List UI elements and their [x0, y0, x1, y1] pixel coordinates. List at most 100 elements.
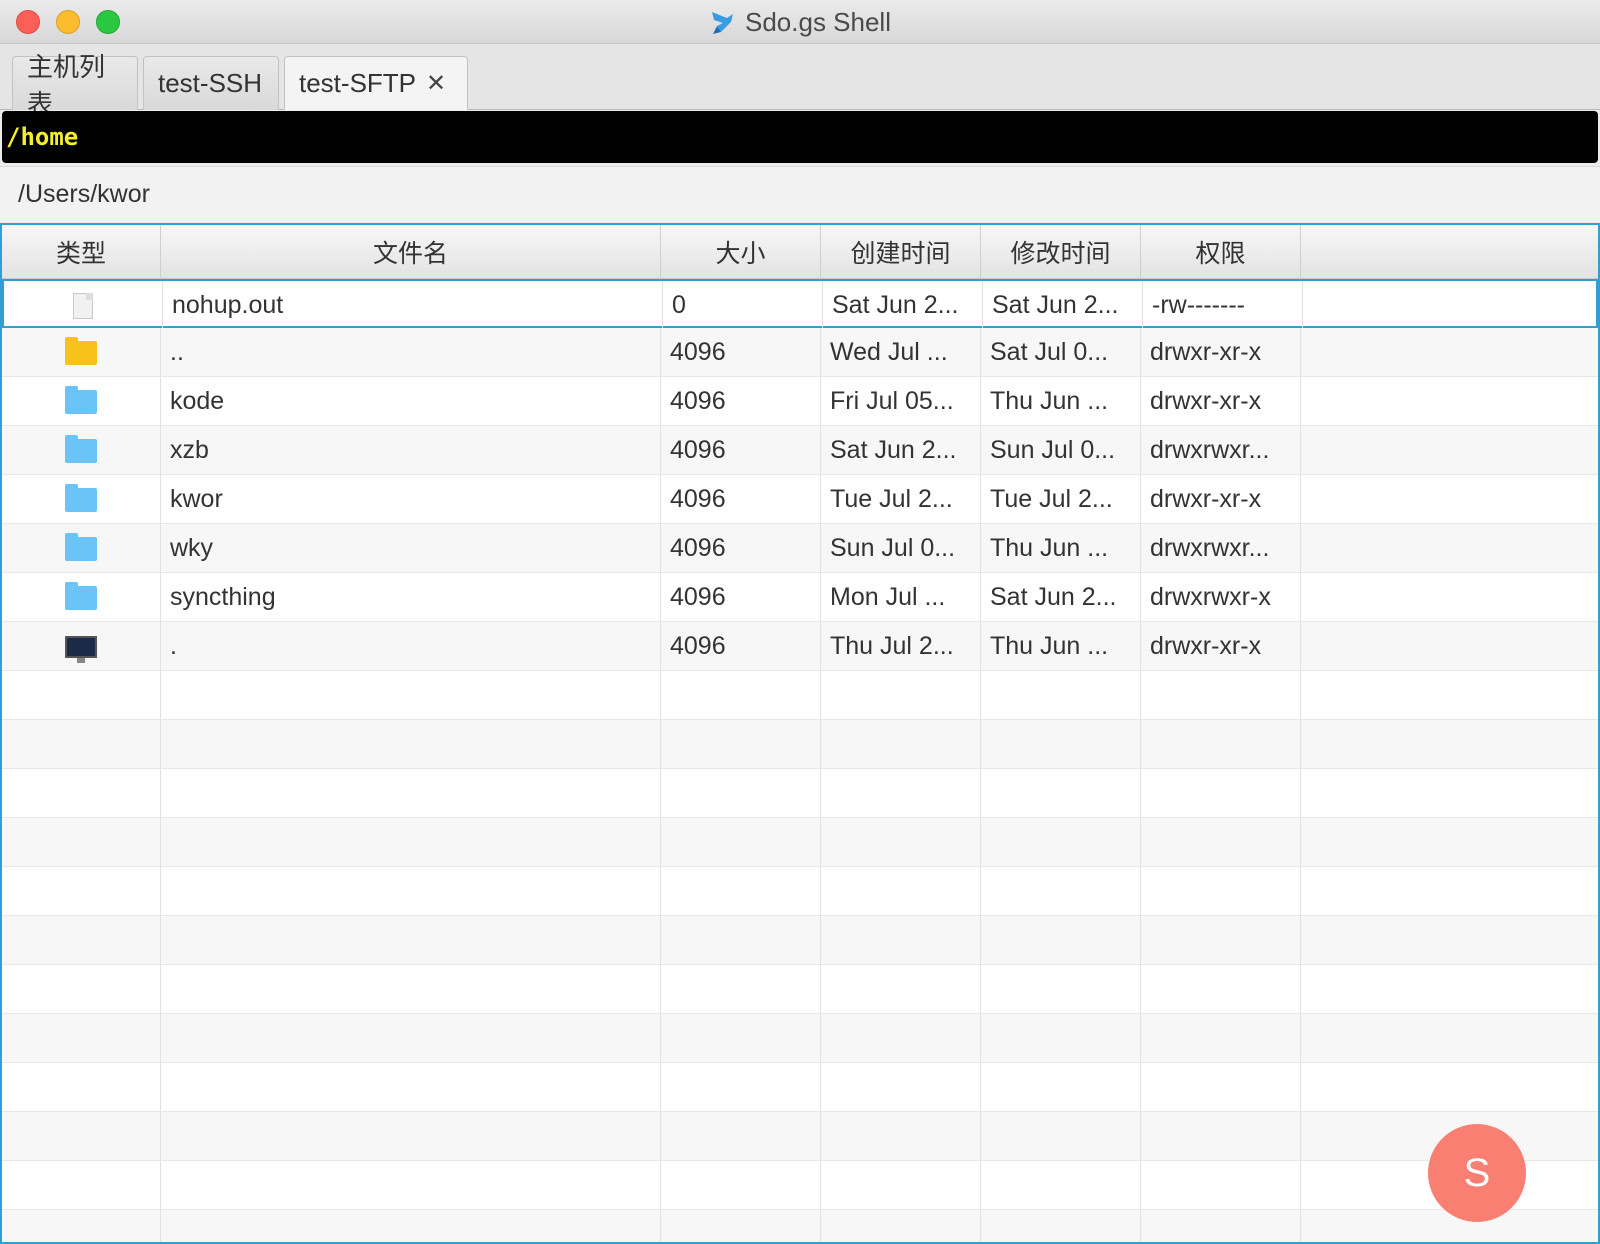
type-cell	[4, 281, 163, 330]
filename-cell	[161, 965, 661, 1014]
type-cell	[2, 426, 161, 475]
table-row[interactable]: kwor 4096 Tue Jul 2... Tue Jul 2... drwxr-xr…	[2, 475, 1598, 524]
created-cell	[821, 1112, 981, 1161]
table-row[interactable]: syncthing 4096 Mon Jul ... Sat Jun 2... drwx…	[2, 573, 1598, 622]
filler-cell	[1301, 916, 1598, 965]
column-header-type[interactable]: 类型	[2, 225, 161, 279]
folder-icon	[65, 532, 97, 561]
filename-cell: wky	[161, 524, 661, 573]
created-cell: Wed Jul ...	[821, 328, 981, 377]
empty-table-row	[2, 1161, 1598, 1210]
filler-cell	[1301, 622, 1598, 671]
type-cell	[2, 1014, 161, 1063]
modified-cell	[981, 1210, 1141, 1242]
permissions-cell	[1141, 1161, 1301, 1210]
remote-path: /home	[6, 123, 79, 151]
filename-cell	[161, 1210, 661, 1242]
permissions-cell: drwxrwxr-x	[1141, 573, 1301, 622]
created-cell	[821, 1210, 981, 1242]
size-cell	[661, 916, 821, 965]
permissions-cell	[1141, 769, 1301, 818]
type-cell	[2, 622, 161, 671]
local-path-bar[interactable]: /Users/kwor	[0, 166, 1600, 222]
filename-cell	[161, 671, 661, 720]
type-cell	[2, 524, 161, 573]
filename-cell: xzb	[161, 426, 661, 475]
created-cell: Sun Jul 0...	[821, 524, 981, 573]
floating-action-button[interactable]: S	[1428, 1124, 1526, 1222]
remote-path-bar[interactable]: /home	[2, 111, 1598, 163]
size-cell	[661, 1063, 821, 1112]
modified-cell	[981, 769, 1141, 818]
type-cell	[2, 769, 161, 818]
tab-host-list[interactable]: 主机列表	[12, 52, 138, 119]
permissions-cell: -rw-------	[1143, 281, 1303, 330]
folder-icon	[65, 483, 97, 512]
folder-icon	[65, 385, 97, 414]
created-cell: Mon Jul ...	[821, 573, 981, 622]
filler-cell	[1301, 965, 1598, 1014]
local-path: /Users/kwor	[18, 180, 150, 208]
created-cell	[821, 1014, 981, 1063]
filename-cell	[161, 867, 661, 916]
type-cell	[2, 328, 161, 377]
filler-cell	[1301, 867, 1598, 916]
created-cell	[821, 671, 981, 720]
column-header-filename[interactable]: 文件名	[161, 225, 661, 279]
permissions-cell	[1141, 965, 1301, 1014]
size-cell	[661, 1210, 821, 1242]
filename-cell	[161, 818, 661, 867]
column-header-modified[interactable]: 修改时间	[981, 225, 1141, 279]
permissions-cell: drwxrwxr...	[1141, 524, 1301, 573]
filler-cell	[1301, 377, 1598, 426]
permissions-cell: drwxr-xr-x	[1141, 377, 1301, 426]
empty-table-row	[2, 1063, 1598, 1112]
modified-cell: Thu Jun ...	[981, 377, 1141, 426]
close-tab-icon[interactable]: ✕	[426, 69, 446, 98]
modified-cell	[981, 916, 1141, 965]
empty-table-row	[2, 818, 1598, 867]
column-header-permissions[interactable]: 权限	[1141, 225, 1301, 279]
tab-test-sftp[interactable]: test-SFTP ✕	[284, 56, 468, 110]
size-cell: 4096	[661, 524, 821, 573]
table-row[interactable]: . 4096 Thu Jul 2... Thu Jun ... drwxr-xr-x	[2, 622, 1598, 671]
tab-test-ssh[interactable]: test-SSH	[143, 56, 279, 110]
filler-cell	[1303, 281, 1598, 330]
table-row[interactable]: kode 4096 Fri Jul 05... Thu Jun ... drwxr-xr…	[2, 377, 1598, 426]
filler-cell	[1301, 769, 1598, 818]
created-cell: Thu Jul 2...	[821, 622, 981, 671]
created-cell: Fri Jul 05...	[821, 377, 981, 426]
filler-cell	[1301, 671, 1598, 720]
type-cell	[2, 671, 161, 720]
created-cell	[821, 1161, 981, 1210]
size-cell	[661, 720, 821, 769]
table-row[interactable]: .. 4096 Wed Jul ... Sat Jul 0... drwxr-xr-x	[2, 328, 1598, 377]
modified-cell	[981, 867, 1141, 916]
table-row[interactable]: nohup.out 0 Sat Jun 2... Sat Jun 2... -rw---…	[2, 279, 1598, 330]
folder-icon	[65, 581, 97, 610]
created-cell	[821, 818, 981, 867]
column-header-created[interactable]: 创建时间	[821, 225, 981, 279]
size-cell	[661, 671, 821, 720]
file-table: 类型 文件名 大小 创建时间 修改时间 权限 nohup.out 0 Sat Jun…	[0, 223, 1600, 1244]
modified-cell	[981, 671, 1141, 720]
column-header-size[interactable]: 大小	[661, 225, 821, 279]
filler-cell	[1301, 1063, 1598, 1112]
tab-label: 主机列表	[27, 51, 106, 119]
type-cell	[2, 377, 161, 426]
modified-cell: Sat Jul 0...	[981, 328, 1141, 377]
modified-cell: Thu Jun ...	[981, 622, 1141, 671]
size-cell: 4096	[661, 573, 821, 622]
size-cell: 4096	[661, 622, 821, 671]
permissions-cell: drwxr-xr-x	[1141, 475, 1301, 524]
created-cell	[821, 916, 981, 965]
empty-table-row	[2, 965, 1598, 1014]
filler-cell	[1301, 524, 1598, 573]
modified-cell	[981, 1112, 1141, 1161]
table-row[interactable]: xzb 4096 Sat Jun 2... Sun Jul 0... drwxrwxr.…	[2, 426, 1598, 475]
fab-label: S	[1463, 1150, 1491, 1195]
table-row[interactable]: wky 4096 Sun Jul 0... Thu Jun ... drwxrwxr..…	[2, 524, 1598, 573]
size-cell	[661, 1014, 821, 1063]
type-cell	[2, 1063, 161, 1112]
size-cell: 4096	[661, 377, 821, 426]
